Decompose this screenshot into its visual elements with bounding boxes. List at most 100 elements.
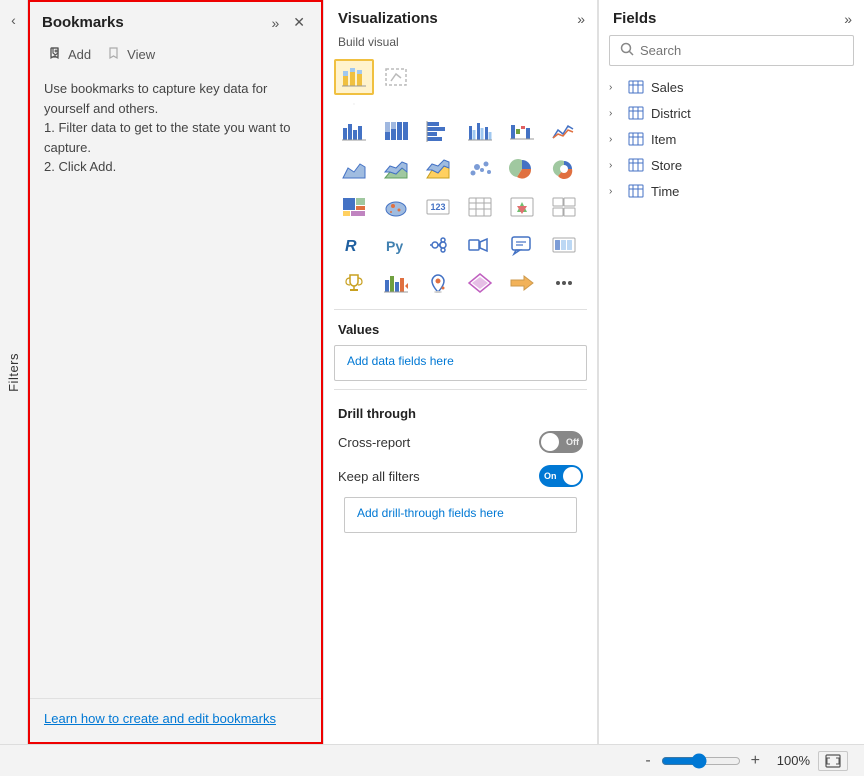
viz-table[interactable] <box>460 189 500 225</box>
close-icon: ✕ <box>293 14 305 31</box>
viz-area-100[interactable] <box>418 151 458 187</box>
fields-header: Fields » <box>599 0 864 31</box>
viz-map[interactable] <box>376 189 416 225</box>
viz-arrow-flow[interactable] <box>502 265 542 301</box>
bookmarks-expand-button[interactable]: » <box>267 13 283 33</box>
viz-line-area[interactable] <box>544 113 584 149</box>
search-icon <box>620 42 634 59</box>
fields-title: Fields <box>613 10 656 27</box>
keep-filters-toggle[interactable]: On <box>539 465 583 487</box>
bookmark-add-icon <box>48 46 64 62</box>
filters-label[interactable]: Filters <box>2 345 25 400</box>
fields-search-box[interactable] <box>609 35 854 66</box>
viz-more-options[interactable] <box>544 265 584 301</box>
viz-pie[interactable] <box>502 151 542 187</box>
viz-matrix-table[interactable] <box>544 189 584 225</box>
field-name-time: Time <box>651 184 679 199</box>
zoom-slider[interactable] <box>661 753 741 769</box>
viz-numeric-card[interactable]: 123 <box>418 189 458 225</box>
viz-bar-horizontal[interactable] <box>418 113 458 149</box>
viz-camera[interactable] <box>460 227 500 263</box>
viz-donut[interactable] <box>544 151 584 187</box>
zoom-minus-button[interactable]: - <box>641 752 654 770</box>
chevron-district: › <box>609 108 621 119</box>
viz-waterfall[interactable] <box>502 113 542 149</box>
field-item-time[interactable]: › Time <box>599 178 864 204</box>
viz-r-script[interactable]: R <box>334 227 374 263</box>
viz-diamond[interactable] <box>460 265 500 301</box>
viz-bar-chart-special[interactable] <box>376 265 416 301</box>
viz-treemap[interactable] <box>334 189 374 225</box>
field-item-item[interactable]: › Item <box>599 126 864 152</box>
viz-header: Visualizations » <box>324 0 597 31</box>
chevron-item: › <box>609 134 621 145</box>
field-item-sales[interactable]: › Sales <box>599 74 864 100</box>
viz-bar-clustered[interactable] <box>334 113 374 149</box>
viz-stacked-bar[interactable] <box>334 59 374 95</box>
viz-page-nav[interactable] <box>544 227 584 263</box>
bookmarks-panel: Bookmarks » ✕ Add <box>28 0 323 744</box>
bookmarks-title: Bookmarks <box>42 14 124 31</box>
field-name-store: Store <box>651 158 682 173</box>
table-icon-item <box>627 131 645 147</box>
description-text: Use bookmarks to capture key data for yo… <box>44 81 290 174</box>
build-visual-label: Build visual <box>324 31 597 55</box>
viz-bar-clustered2[interactable] <box>460 113 500 149</box>
field-item-store[interactable]: › Store <box>599 152 864 178</box>
cross-report-label: Cross-report <box>338 435 410 450</box>
chevron-sales: › <box>609 82 621 93</box>
viz-location-map[interactable] <box>418 265 458 301</box>
viz-bar-stacked-100[interactable] <box>376 113 416 149</box>
visualizations-panel: Visualizations » Build visual <box>323 0 598 744</box>
keep-filters-label: Keep all filters <box>338 469 420 484</box>
table-icon-sales <box>627 79 645 95</box>
drill-drop-area[interactable]: Add drill-through fields here <box>344 497 577 533</box>
svg-text:Py: Py <box>386 238 403 254</box>
viz-scatter[interactable] <box>460 151 500 187</box>
zoom-percent: 100% <box>770 753 810 768</box>
viz-speech-bubble[interactable] <box>502 227 542 263</box>
cross-report-row: Cross-report Off <box>334 425 587 459</box>
values-label: Values <box>324 314 597 341</box>
values-drop-area[interactable]: Add data fields here <box>334 345 587 381</box>
table-icon-store <box>627 157 645 173</box>
bookmarks-close-button[interactable]: ✕ <box>289 12 309 33</box>
learn-link[interactable]: Learn how to create and edit bookmarks <box>44 711 276 726</box>
viz-python[interactable]: Py <box>376 227 416 263</box>
viz-divider2 <box>334 389 587 390</box>
viz-key-influencers[interactable] <box>418 227 458 263</box>
viz-trophy[interactable] <box>334 265 374 301</box>
toggle-knob <box>541 433 559 451</box>
bookmarks-description: Use bookmarks to capture key data for yo… <box>30 73 321 397</box>
viz-area-chart[interactable] <box>334 151 374 187</box>
bookmark-add-button[interactable]: Add <box>42 43 97 65</box>
viz-expand-icon[interactable]: » <box>577 11 585 27</box>
viz-kpi-triangle[interactable] <box>502 189 542 225</box>
chevron-store: › <box>609 160 621 171</box>
fit-page-button[interactable] <box>818 751 848 771</box>
viz-blank[interactable] <box>376 59 416 95</box>
bookmark-view-button[interactable]: View <box>101 43 161 65</box>
zoom-plus-button[interactable]: + <box>747 752 764 770</box>
fields-expand-icon[interactable]: » <box>844 11 852 27</box>
bookmarks-learn-link: Learn how to create and edit bookmarks <box>30 698 321 742</box>
viz-title: Visualizations <box>338 10 438 27</box>
fields-panel: Fields » › <box>598 0 864 744</box>
toggle-on-text: On <box>544 471 557 481</box>
toggle-off-text: Off <box>566 437 579 447</box>
field-item-district[interactable]: › District <box>599 100 864 126</box>
viz-area-stacked[interactable] <box>376 151 416 187</box>
fields-list: › Sales › <box>599 74 864 204</box>
toggle-knob-on <box>563 467 581 485</box>
svg-text:R: R <box>345 238 357 255</box>
table-icon-district <box>627 105 645 121</box>
filter-arrow-icon: ‹ <box>11 12 16 28</box>
search-input[interactable] <box>640 43 843 58</box>
add-label: Add <box>68 47 91 62</box>
drill-through-label: Drill through <box>334 398 587 425</box>
field-name-sales: Sales <box>651 80 684 95</box>
view-label: View <box>127 47 155 62</box>
cross-report-toggle[interactable]: Off <box>539 431 583 453</box>
keep-filters-row: Keep all filters On <box>334 459 587 493</box>
filters-sidebar[interactable]: ‹ Filters <box>0 0 28 744</box>
